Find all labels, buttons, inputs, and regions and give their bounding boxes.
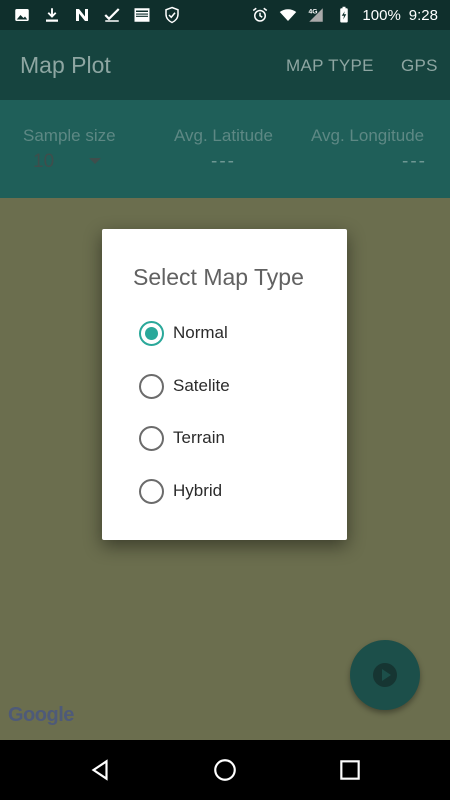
back-icon[interactable] [86, 756, 114, 784]
signal-icon: 4G [306, 5, 326, 25]
radio-button-satelite[interactable] [139, 373, 164, 399]
radio-button-terrain[interactable] [139, 425, 164, 451]
chevron-down-icon[interactable] [89, 158, 101, 164]
check-icon [102, 5, 122, 25]
app-title: Map Plot [20, 52, 111, 78]
option-label: Hybrid [173, 481, 223, 500]
sample-size-label: Sample size [23, 126, 116, 145]
gps-button[interactable]: GPS [401, 56, 438, 76]
radio-button-hybrid[interactable] [139, 478, 164, 504]
avg-longitude-label: Avg. Longitude [311, 126, 425, 145]
n-icon [72, 5, 92, 25]
avg-latitude-value: --- [211, 151, 236, 172]
option-terrain[interactable]: Terrain [139, 420, 329, 456]
home-icon[interactable] [211, 756, 239, 784]
clock: 9:28 [408, 6, 438, 24]
avg-latitude-label: Avg. Latitude [174, 126, 273, 145]
app-bar: Map Plot MAP TYPE GPS [0, 30, 450, 100]
battery-icon [334, 5, 354, 25]
image-icon [12, 5, 32, 25]
start-fab-button[interactable] [350, 640, 420, 710]
option-hybrid[interactable]: Hybrid [139, 473, 329, 509]
sample-size-spinner[interactable]: 10 [33, 151, 54, 173]
battery-percent: 100% [362, 6, 401, 24]
option-normal[interactable]: Normal [139, 315, 329, 351]
wifi-icon [278, 5, 298, 25]
stats-panel: Sample size 10 Avg. Latitude --- Avg. Lo… [0, 100, 450, 198]
play-icon [373, 663, 397, 687]
alarm-icon [250, 5, 270, 25]
select-map-type-dialog: Select Map Type Normal Satelite Terrain … [102, 229, 347, 540]
google-logo: Google [8, 704, 74, 726]
option-label: Normal [173, 323, 228, 342]
option-label: Satelite [173, 376, 230, 395]
status-bar: 4G 100% 9:28 [0, 0, 450, 30]
dialog-title: Select Map Type [133, 264, 304, 290]
download-icon [42, 5, 62, 25]
option-label: Terrain [173, 428, 225, 447]
avg-longitude-value: --- [402, 151, 427, 172]
option-satelite[interactable]: Satelite [139, 368, 329, 404]
navigation-bar [0, 740, 450, 800]
radio-button-normal[interactable] [139, 320, 164, 346]
recents-icon[interactable] [336, 756, 364, 784]
map-type-button[interactable]: MAP TYPE [286, 56, 374, 76]
news-icon [132, 5, 152, 25]
shield-check-icon [162, 5, 182, 25]
svg-text:4G: 4G [309, 9, 318, 16]
